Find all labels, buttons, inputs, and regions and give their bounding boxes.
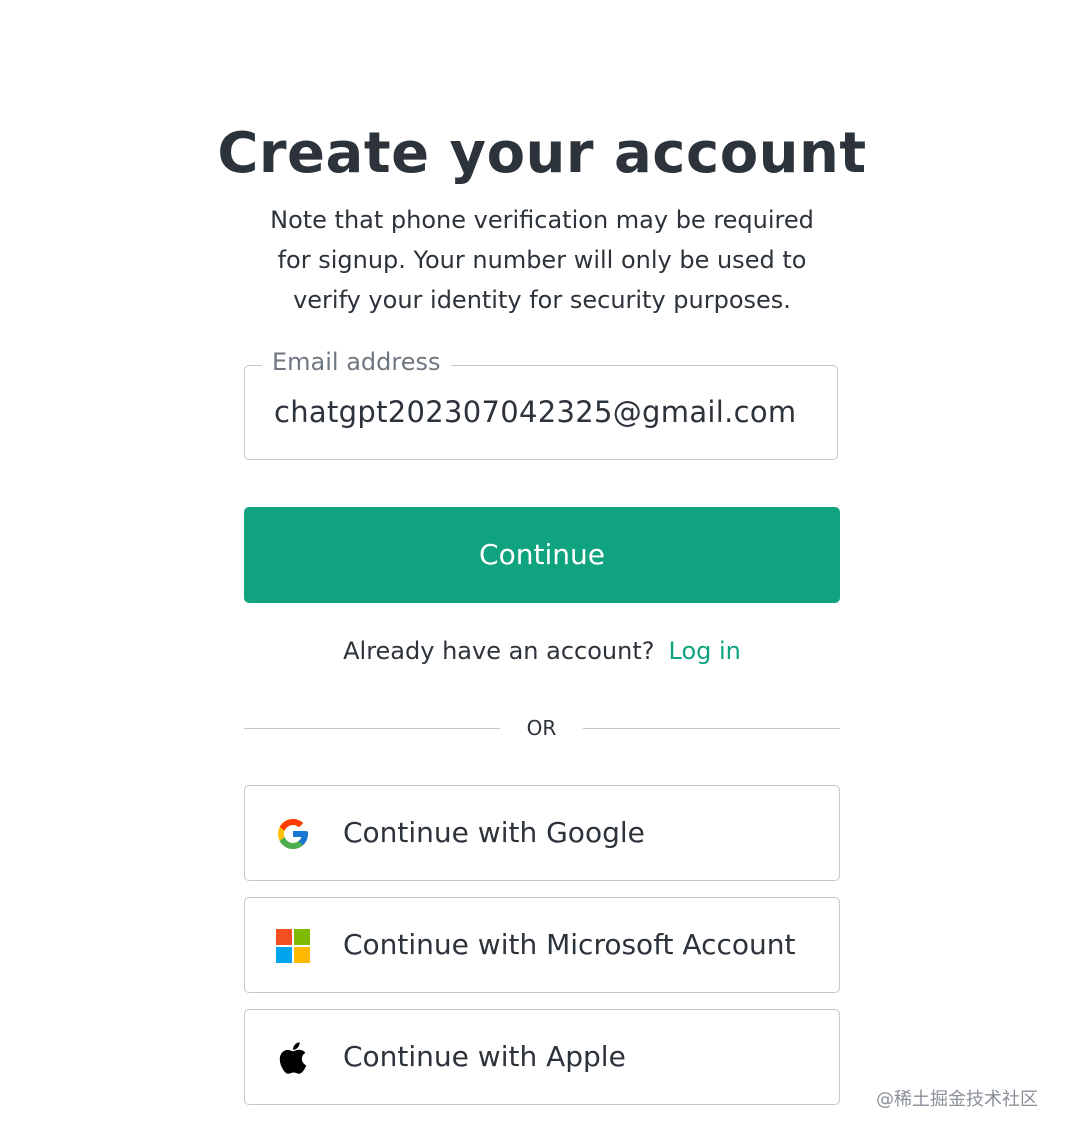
continue-button[interactable]: Continue (244, 507, 840, 603)
login-link[interactable]: Log in (669, 637, 741, 665)
google-logo-icon (275, 816, 311, 852)
email-field-label: Email address (262, 346, 451, 378)
login-prompt-row: Already have an account? Log in (0, 632, 1068, 670)
continue-with-microsoft-label: Continue with Microsoft Account (343, 928, 796, 961)
login-prompt-text: Already have an account? (343, 637, 655, 665)
divider-left (244, 728, 500, 729)
continue-with-google-button[interactable]: Continue with Google (244, 785, 840, 881)
continue-with-apple-label: Continue with Apple (343, 1040, 626, 1073)
divider-right (583, 728, 840, 729)
divider-or-text: OR (526, 716, 557, 740)
page-subtitle: Note that phone verification may be requ… (270, 206, 814, 314)
microsoft-logo-icon (275, 928, 311, 964)
apple-logo-icon (275, 1040, 311, 1076)
email-field-value[interactable]: chatgpt202307042325@gmail.com (274, 392, 796, 432)
page-title: Create your account (217, 121, 867, 186)
continue-with-microsoft-button[interactable]: Continue with Microsoft Account (244, 897, 840, 993)
continue-with-google-label: Continue with Google (343, 816, 645, 849)
watermark: @稀土掘金技术社区 (876, 1089, 1038, 1110)
continue-with-apple-button[interactable]: Continue with Apple (244, 1009, 840, 1105)
